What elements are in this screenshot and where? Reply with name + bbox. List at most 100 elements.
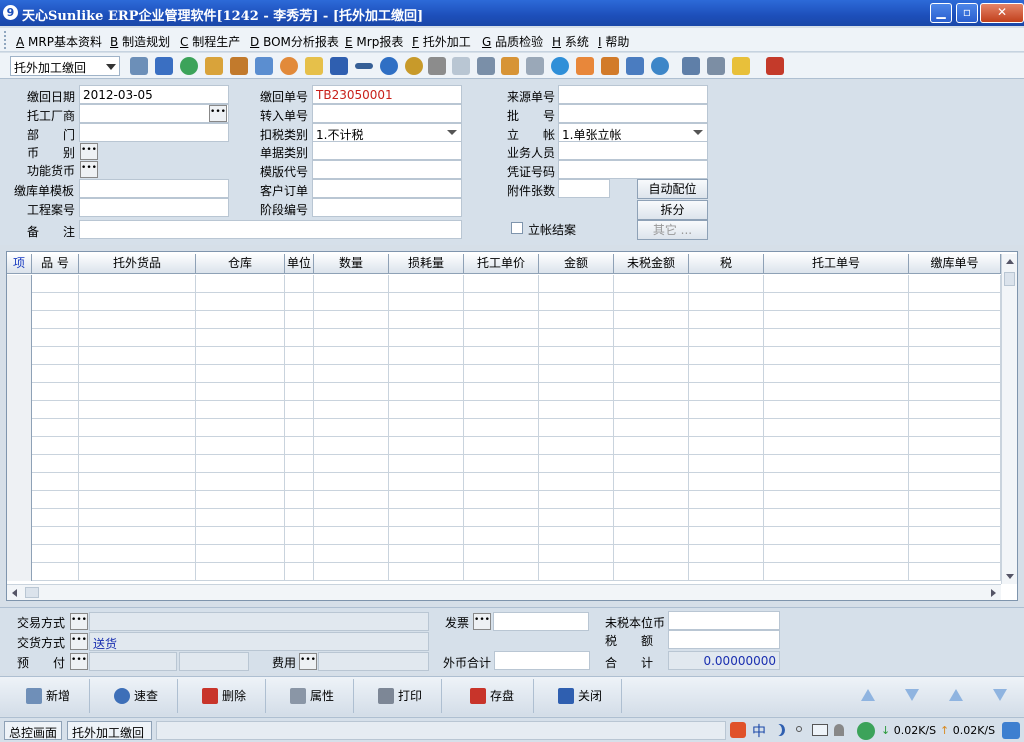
table-cell[interactable] bbox=[389, 419, 464, 437]
column-header[interactable]: 品 号 bbox=[32, 254, 79, 274]
template-code-field[interactable] bbox=[312, 160, 462, 179]
row-header[interactable] bbox=[7, 329, 32, 347]
table-cell[interactable] bbox=[314, 509, 389, 527]
row-header[interactable] bbox=[7, 365, 32, 383]
table-cell[interactable] bbox=[614, 491, 689, 509]
table-cell[interactable] bbox=[614, 293, 689, 311]
table-cell[interactable] bbox=[196, 293, 285, 311]
table-row[interactable] bbox=[7, 473, 1001, 491]
users-icon[interactable] bbox=[280, 57, 298, 75]
table-cell[interactable] bbox=[389, 293, 464, 311]
table-cell[interactable] bbox=[464, 563, 539, 581]
nav-next-icon[interactable] bbox=[949, 689, 963, 701]
table-row[interactable] bbox=[7, 527, 1001, 545]
table-cell[interactable] bbox=[539, 311, 614, 329]
table-cell[interactable] bbox=[285, 491, 314, 509]
menu-manufacturing-plan[interactable]: B 制造规划 bbox=[110, 33, 170, 50]
cost-field[interactable] bbox=[318, 652, 429, 671]
split-button[interactable]: 拆分 bbox=[637, 200, 708, 220]
table-cell[interactable] bbox=[764, 365, 909, 383]
table-cell[interactable] bbox=[909, 275, 1001, 293]
table-cell[interactable] bbox=[464, 419, 539, 437]
network-monitor-icon[interactable] bbox=[857, 722, 875, 740]
table-cell[interactable] bbox=[389, 563, 464, 581]
table-cell[interactable] bbox=[764, 473, 909, 491]
table-cell[interactable] bbox=[196, 527, 285, 545]
table-cell[interactable] bbox=[79, 419, 196, 437]
moon-icon[interactable] bbox=[772, 724, 782, 736]
cost-lookup-button[interactable]: ••• bbox=[299, 653, 317, 670]
row-header[interactable] bbox=[7, 473, 32, 491]
table-cell[interactable] bbox=[79, 491, 196, 509]
table-cell[interactable] bbox=[539, 455, 614, 473]
table-cell[interactable] bbox=[79, 275, 196, 293]
close-window-button[interactable]: ✕ bbox=[980, 3, 1024, 23]
auto-alloc-button[interactable]: 自动配位 bbox=[637, 179, 708, 199]
exit-icon[interactable] bbox=[766, 57, 784, 75]
table-cell[interactable] bbox=[196, 365, 285, 383]
table-cell[interactable] bbox=[196, 383, 285, 401]
table-cell[interactable] bbox=[196, 311, 285, 329]
table-cell[interactable] bbox=[314, 527, 389, 545]
doc-type-field[interactable] bbox=[312, 141, 462, 160]
table-cell[interactable] bbox=[32, 473, 79, 491]
ime-mode[interactable]: 中 bbox=[752, 721, 766, 741]
table-cell[interactable] bbox=[689, 347, 764, 365]
table-cell[interactable] bbox=[32, 365, 79, 383]
table-cell[interactable] bbox=[539, 437, 614, 455]
query-button[interactable]: 速查 bbox=[92, 679, 178, 713]
nav-last-icon[interactable] bbox=[993, 689, 1007, 701]
table-cell[interactable] bbox=[464, 491, 539, 509]
monitor-icon[interactable] bbox=[155, 57, 173, 75]
bell-icon[interactable] bbox=[576, 57, 594, 75]
archive-icon[interactable] bbox=[501, 57, 519, 75]
table-cell[interactable] bbox=[32, 311, 79, 329]
table-cell[interactable] bbox=[614, 419, 689, 437]
table-cell[interactable] bbox=[539, 383, 614, 401]
table-cell[interactable] bbox=[764, 527, 909, 545]
nav-prev-icon[interactable] bbox=[905, 689, 919, 701]
table-cell[interactable] bbox=[464, 329, 539, 347]
table-cell[interactable] bbox=[196, 347, 285, 365]
table-cell[interactable] bbox=[764, 545, 909, 563]
row-header[interactable] bbox=[7, 311, 32, 329]
table-cell[interactable] bbox=[314, 383, 389, 401]
table-cell[interactable] bbox=[314, 293, 389, 311]
table-cell[interactable] bbox=[614, 383, 689, 401]
prepay-field[interactable] bbox=[89, 652, 177, 671]
menu-outsourcing[interactable]: F 托外加工 bbox=[412, 33, 471, 50]
remark-field[interactable] bbox=[79, 220, 462, 239]
attach-field[interactable] bbox=[558, 179, 610, 198]
vendor-field[interactable] bbox=[79, 104, 229, 123]
table-cell[interactable] bbox=[909, 509, 1001, 527]
menu-production[interactable]: C 制程生产 bbox=[180, 33, 240, 50]
template-field[interactable] bbox=[79, 179, 229, 198]
restore-button[interactable]: ▫ bbox=[956, 3, 978, 23]
table-row[interactable] bbox=[7, 401, 1001, 419]
table-cell[interactable] bbox=[764, 347, 909, 365]
tab-outsourcing-return[interactable]: 托外加工缴回 bbox=[67, 721, 152, 740]
nav-first-icon[interactable] bbox=[861, 689, 875, 701]
table-cell[interactable] bbox=[464, 437, 539, 455]
table-cell[interactable] bbox=[464, 455, 539, 473]
table-cell[interactable] bbox=[909, 401, 1001, 419]
tab-console[interactable]: 总控画面 bbox=[4, 721, 62, 740]
table-cell[interactable] bbox=[614, 347, 689, 365]
row-header[interactable] bbox=[7, 509, 32, 527]
table-cell[interactable] bbox=[464, 473, 539, 491]
table-cell[interactable] bbox=[314, 545, 389, 563]
table-cell[interactable] bbox=[909, 545, 1001, 563]
table-cell[interactable] bbox=[689, 419, 764, 437]
table-cell[interactable] bbox=[909, 329, 1001, 347]
scroll-left-icon[interactable] bbox=[12, 589, 17, 597]
prepay-lookup-button[interactable]: ••• bbox=[70, 653, 88, 670]
module-select[interactable]: 托外加工缴回 bbox=[10, 56, 120, 76]
table-cell[interactable] bbox=[614, 365, 689, 383]
table-cell[interactable] bbox=[389, 509, 464, 527]
table-cell[interactable] bbox=[909, 293, 1001, 311]
invoice-lookup-button[interactable]: ••• bbox=[473, 613, 491, 630]
table-cell[interactable] bbox=[909, 491, 1001, 509]
untaxed-field[interactable] bbox=[668, 611, 780, 630]
column-header[interactable]: 托工单号 bbox=[764, 254, 909, 274]
table-cell[interactable] bbox=[32, 401, 79, 419]
